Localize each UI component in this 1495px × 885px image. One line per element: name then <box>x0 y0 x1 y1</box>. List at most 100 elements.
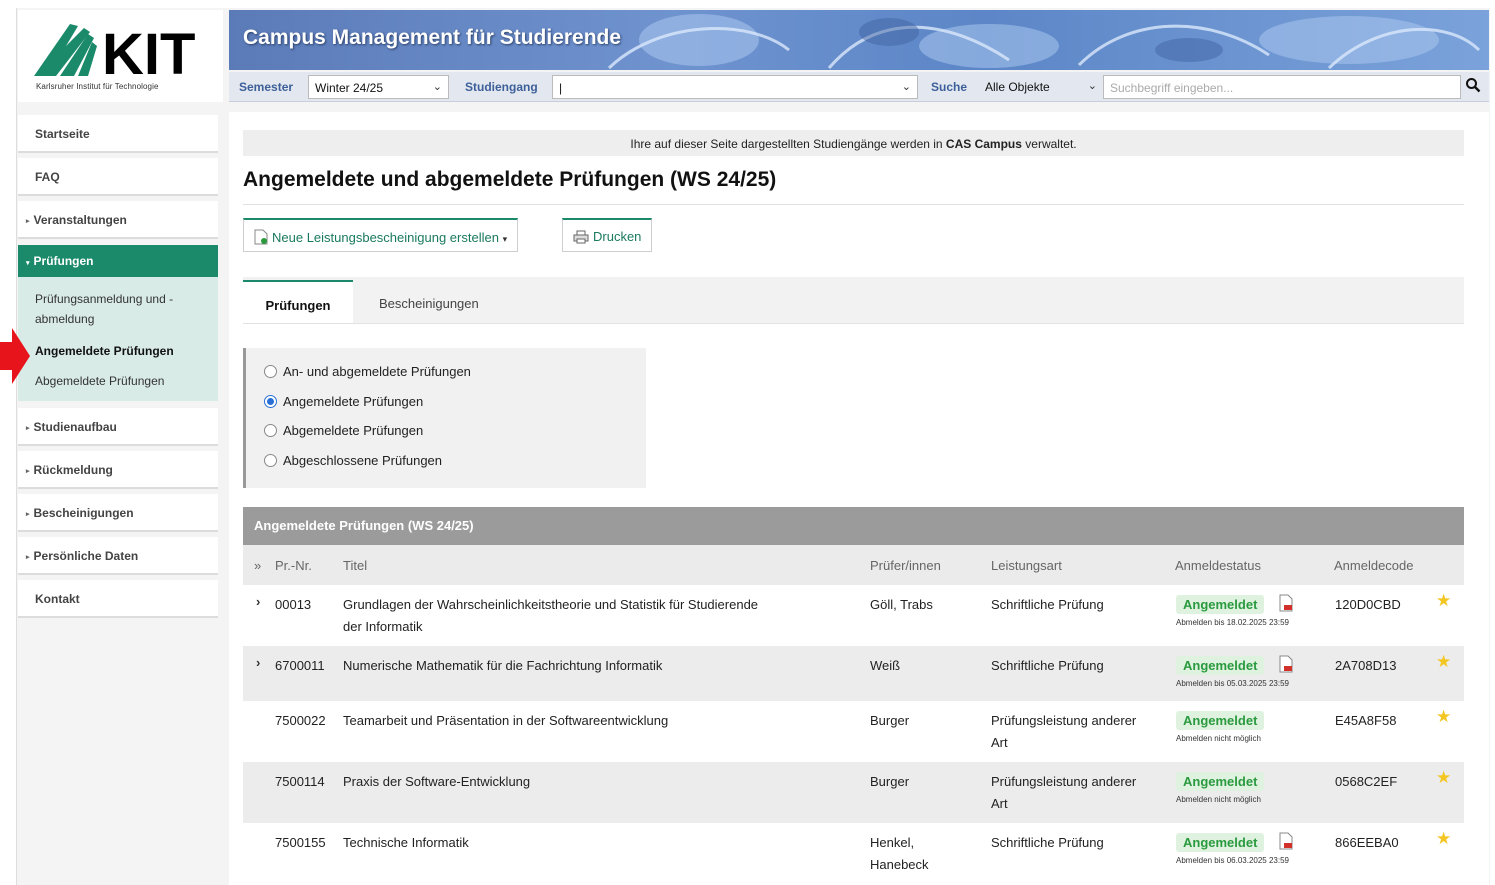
table-header: » Pr.-Nr. Titel Prüfer/innen Leistungsar… <box>243 545 1464 585</box>
studiengang-select-value: | <box>559 81 563 95</box>
star-icon[interactable]: ★ <box>1436 652 1451 672</box>
semester-select[interactable]: Winter 24/25 ⌄ <box>308 75 449 99</box>
sidebar-subitem-angemeldete[interactable]: Angemeldete Prüfungen <box>35 341 210 361</box>
expand-all-icon[interactable]: » <box>254 558 261 573</box>
studiengang-label: Studiengang <box>465 80 538 94</box>
search-icon[interactable] <box>1465 77 1481 93</box>
exam-number: 6700011 <box>275 658 325 673</box>
divider <box>243 204 1464 205</box>
search-input-placeholder: Suchbegriff eingeben... <box>1110 81 1234 95</box>
table-row[interactable]: › 6700011 Numerische Mathematik für die … <box>243 646 1464 701</box>
tab-pruefungen[interactable]: Prüfungen <box>243 280 353 323</box>
radio-button[interactable] <box>264 424 277 437</box>
sidebar-item-label: FAQ <box>35 170 60 184</box>
sidebar-item-startseite[interactable]: Startseite <box>18 115 218 153</box>
status-badge: Angemeldet <box>1176 711 1265 730</box>
column-header-title[interactable]: Titel <box>343 558 367 573</box>
filter-option-deregistered[interactable]: Abgemeldete Prüfungen <box>264 423 423 438</box>
new-certificate-button[interactable]: Neue Leistungsbescheinigung erstellen ▾ <box>243 218 519 252</box>
filter-option-label: Abgeschlossene Prüfungen <box>283 453 443 468</box>
column-header-status[interactable]: Anmeldestatus <box>1175 558 1261 573</box>
registration-code: 866EEBA0 <box>1335 835 1399 850</box>
column-header-examiner[interactable]: Prüfer/innen <box>870 558 941 573</box>
print-label: Drucken <box>593 229 642 244</box>
sidebar-item-pruefungen[interactable]: ▾ Prüfungen <box>18 245 218 277</box>
column-header-nr[interactable]: Pr.-Nr. <box>275 558 312 573</box>
search-scope-select[interactable]: Alle Objekte ⌄ <box>979 75 1103 99</box>
kit-logo[interactable]: KIT Karlsruher Institut für Technologie <box>18 10 223 102</box>
registration-code: 120D0CBD <box>1335 597 1401 612</box>
search-input[interactable]: Suchbegriff eingeben... <box>1103 75 1461 99</box>
sidebar-subitem-abgemeldete[interactable]: Abgemeldete Prüfungen <box>35 371 210 391</box>
svg-text:KIT: KIT <box>102 22 195 78</box>
campus-banner: Campus Management für Studierende <box>229 10 1489 70</box>
new-certificate-label: Neue Leistungsbescheinigung erstellen <box>272 230 499 245</box>
sidebar-item-veranstaltungen[interactable]: ▸ Veranstaltungen <box>18 201 218 239</box>
sidebar-item-persoenliche-daten[interactable]: ▸ Persönliche Daten <box>18 537 218 575</box>
sidebar-item-kontakt[interactable]: Kontakt <box>18 580 218 618</box>
star-icon[interactable]: ★ <box>1436 707 1451 727</box>
table-title: Angemeldete Prüfungen (WS 24/25) <box>243 507 1464 545</box>
table-row[interactable]: 7500155 Technische Informatik Henkel, Ha… <box>243 823 1464 885</box>
exam-type: Schriftliche Prüfung <box>991 835 1104 850</box>
caret-right-icon: ▸ <box>26 554 30 561</box>
status-badge: Angemeldet <box>1176 595 1265 614</box>
kit-logo-mark: KIT <box>34 22 195 78</box>
sidebar-item-label: Prüfungen <box>33 254 94 268</box>
exam-number: 7500155 <box>275 835 326 850</box>
printer-icon <box>573 230 589 244</box>
pdf-document-icon[interactable] <box>1279 832 1293 850</box>
sidebar-item-label: Veranstaltungen <box>33 213 127 227</box>
filter-option-all[interactable]: An- und abgemeldete Prüfungen <box>264 364 471 379</box>
caret-right-icon: ▸ <box>26 218 30 225</box>
exam-title: Teamarbeit und Präsentation in der Softw… <box>343 713 669 728</box>
filter-option-completed[interactable]: Abgeschlossene Prüfungen <box>264 453 442 468</box>
sidebar-item-label: Rückmeldung <box>33 463 113 477</box>
filter-option-label: Angemeldete Prüfungen <box>283 394 424 409</box>
deregistration-deadline: Abmelden nicht möglich <box>1176 734 1261 743</box>
chevron-right-icon[interactable]: › <box>256 655 260 670</box>
semester-select-value: Winter 24/25 <box>315 81 384 95</box>
notice-link[interactable]: CAS Campus <box>946 137 1022 151</box>
chevron-right-icon[interactable]: › <box>256 594 260 609</box>
sidebar-item-label: Bescheinigungen <box>33 506 134 520</box>
sidebar-subitem-anmeldung[interactable]: Prüfungsanmeldung und -abmeldung <box>35 289 210 329</box>
registration-code: E45A8F58 <box>1335 713 1397 728</box>
star-icon[interactable]: ★ <box>1436 829 1451 849</box>
radio-button[interactable] <box>264 454 277 467</box>
sidebar-item-rueckmeldung[interactable]: ▸ Rückmeldung <box>18 451 218 489</box>
radio-button[interactable] <box>264 365 277 378</box>
caret-right-icon: ▸ <box>26 425 30 432</box>
exam-title: Numerische Mathematik für die Fachrichtu… <box>343 658 663 673</box>
studiengang-select[interactable]: | ⌄ <box>552 75 918 99</box>
exam-number: 7500114 <box>275 774 325 789</box>
pdf-document-icon[interactable] <box>1279 594 1293 612</box>
column-header-code[interactable]: Anmeldecode <box>1334 558 1414 573</box>
examiner: Henkel, <box>870 835 915 850</box>
examiner: Burger <box>870 774 910 789</box>
print-button[interactable]: Drucken <box>562 218 653 252</box>
sidebar-item-faq[interactable]: FAQ <box>18 158 218 196</box>
page-title: Angemeldete und abgemeldete Prüfungen (W… <box>243 168 777 191</box>
pdf-document-icon[interactable] <box>1279 655 1293 673</box>
table-row[interactable]: › 00013 Grundlagen der Wahrscheinlichkei… <box>243 585 1464 646</box>
radio-button-selected[interactable] <box>264 395 277 408</box>
sidebar-item-studienaufbau[interactable]: ▸ Studienaufbau <box>18 408 218 446</box>
sidebar-item-bescheinigungen[interactable]: ▸ Bescheinigungen <box>18 494 218 532</box>
exam-number: 00013 <box>275 597 312 612</box>
star-icon[interactable]: ★ <box>1436 591 1451 611</box>
red-arrow-icon <box>0 328 30 384</box>
notice-text-end: verwaltet. <box>1021 137 1077 151</box>
main-content: Ihre auf dieser Seite dargestellten Stud… <box>229 112 1489 885</box>
tab-divider <box>243 323 1464 324</box>
column-header-type[interactable]: Leistungsart <box>991 558 1062 573</box>
exam-type: Prüfungsleistung anderer <box>991 774 1137 789</box>
table-row[interactable]: 7500114 Praxis der Software-Entwicklung … <box>243 762 1464 823</box>
tab-bescheinigungen[interactable]: Bescheinigungen <box>379 280 479 323</box>
table-row[interactable]: 7500022 Teamarbeit und Präsentation in d… <box>243 701 1464 762</box>
status-filter: An- und abgemeldete Prüfungen Angemeldet… <box>243 348 646 488</box>
star-icon[interactable]: ★ <box>1436 768 1451 788</box>
status-badge: Angemeldet <box>1176 772 1265 791</box>
filter-option-registered[interactable]: Angemeldete Prüfungen <box>264 394 423 409</box>
suche-label: Suche <box>931 80 968 94</box>
